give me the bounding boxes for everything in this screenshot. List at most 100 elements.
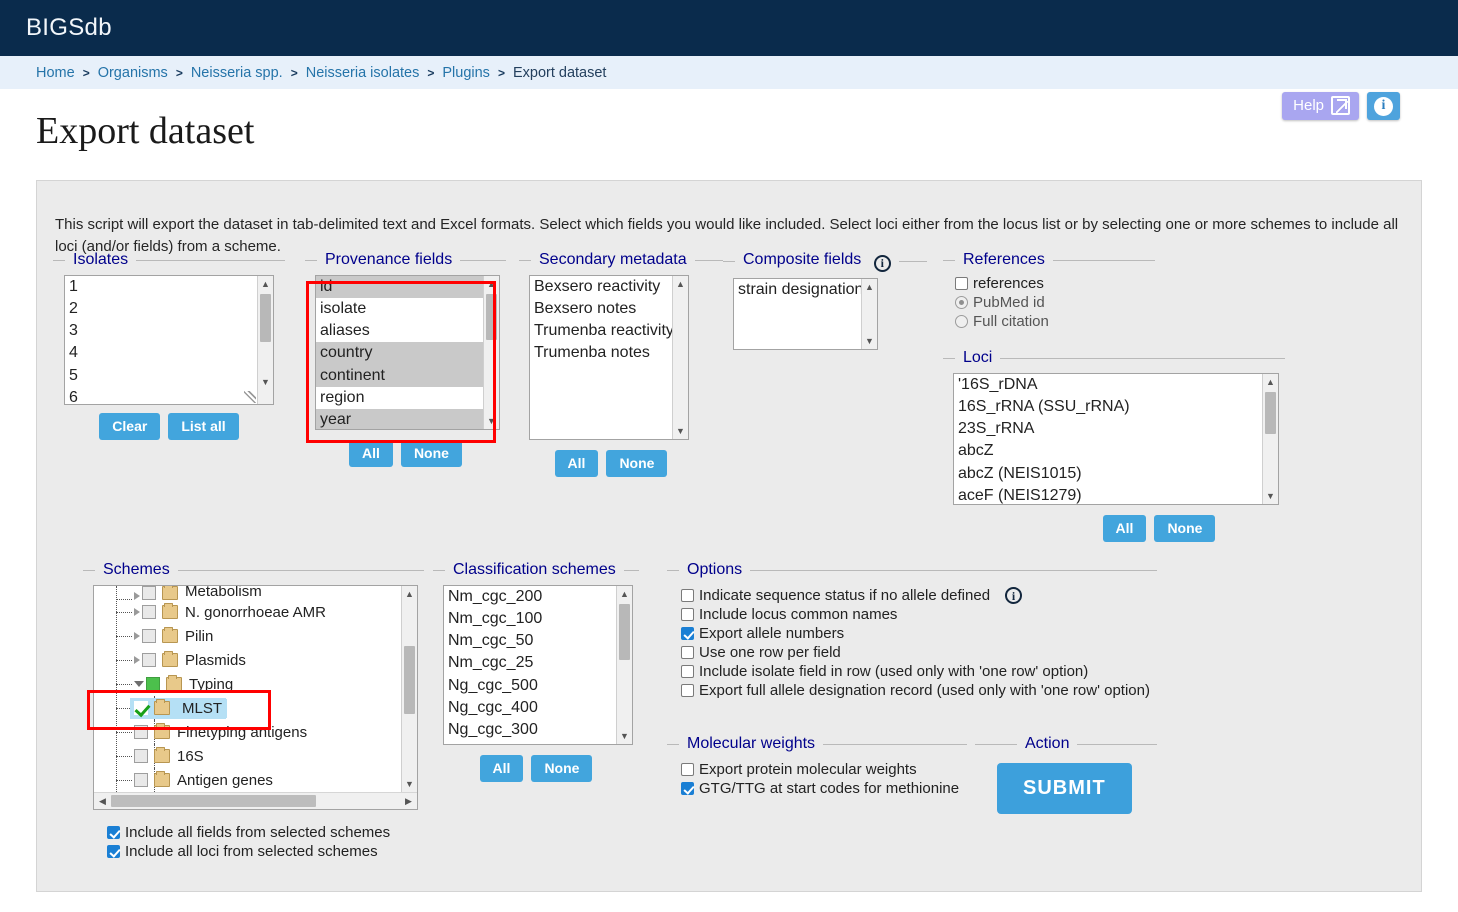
list-item[interactable]: Ng_cgc_400 [444, 697, 616, 719]
info-icon[interactable]: i [1005, 587, 1023, 604]
tree-checkbox-checked[interactable] [134, 701, 148, 715]
list-item[interactable]: Trumenba notes [530, 342, 672, 364]
list-item[interactable]: id [316, 276, 483, 299]
option-export-full-allele-designation-checkbox[interactable] [681, 684, 694, 697]
breadcrumb-item-neisseria-isolates[interactable]: Neisseria isolates [306, 65, 420, 81]
tree-checkbox[interactable] [142, 586, 156, 600]
option-export-allele-numbers-row[interactable]: Export allele numbers [681, 625, 1151, 642]
classification-listbox[interactable]: Nm_cgc_200 Nm_cgc_100 Nm_cgc_50 Nm_cgc_2… [443, 585, 633, 745]
list-item[interactable]: isolate [316, 298, 483, 320]
list-item[interactable]: Nm_cgc_100 [444, 608, 616, 630]
scroll-down-icon[interactable]: ▼ [1263, 488, 1278, 504]
secondary-all-button[interactable]: All [554, 450, 599, 477]
scroll-down-icon[interactable]: ▼ [258, 374, 273, 390]
secondary-metadata-scrollbar[interactable]: ▲ ▼ [672, 276, 688, 439]
resize-handle[interactable] [244, 391, 256, 403]
provenance-all-button[interactable]: All [349, 440, 393, 467]
page-info-button[interactable]: i [1367, 92, 1400, 120]
list-item[interactable]: strain designation [734, 279, 863, 301]
provenance-listbox[interactable]: id isolate aliases country continent reg… [315, 275, 500, 430]
breadcrumb-item-organisms[interactable]: Organisms [98, 65, 168, 81]
list-item[interactable]: Ng_cgc_300 [444, 719, 616, 741]
tree-checkbox[interactable] [142, 653, 156, 667]
submit-button[interactable]: SUBMIT [997, 763, 1132, 814]
pubmed-id-radio-row[interactable]: PubMed id [955, 294, 1149, 311]
option-export-allele-numbers-checkbox[interactable] [681, 627, 694, 640]
tree-node-antigen-genes[interactable]: Antigen genes [94, 768, 401, 792]
chevron-right-icon[interactable] [134, 608, 140, 616]
list-item[interactable]: aceF (NEIS1279) [954, 485, 1262, 504]
tree-node-mlst[interactable]: MLST [94, 696, 401, 720]
include-all-fields-checkbox[interactable] [107, 826, 120, 839]
scroll-up-icon[interactable]: ▲ [862, 279, 877, 295]
loci-none-button[interactable]: None [1154, 515, 1216, 542]
tree-node-finetyping-antigens[interactable]: Finetyping antigens [94, 720, 401, 744]
scroll-down-icon[interactable]: ▼ [484, 413, 499, 429]
help-button[interactable]: Help [1282, 92, 1359, 120]
scroll-up-icon[interactable]: ▲ [402, 586, 417, 602]
scrollbar-thumb[interactable] [619, 604, 630, 660]
scroll-right-icon[interactable]: ▶ [400, 796, 417, 807]
option-use-one-row-per-field-checkbox[interactable] [681, 646, 694, 659]
tree-checkbox[interactable] [134, 749, 148, 763]
scroll-up-icon[interactable]: ▲ [1263, 374, 1278, 390]
list-item[interactable]: 4 [65, 342, 257, 364]
classification-all-button[interactable]: All [479, 755, 524, 782]
list-item[interactable]: region [316, 387, 483, 409]
full-citation-radio-row[interactable]: Full citation [955, 313, 1149, 330]
chevron-right-icon[interactable] [134, 592, 140, 600]
breadcrumb-item-plugins[interactable]: Plugins [442, 65, 490, 81]
secondary-metadata-listbox[interactable]: Bexsero reactivity Bexsero notes Trumenb… [529, 275, 689, 440]
schemes-tree[interactable]: Metabolism N. gonorrhoeae AMR Pilin Plas… [93, 585, 418, 810]
list-item[interactable]: '16S_rDNA [954, 374, 1262, 396]
list-item[interactable]: abcZ (NEIS1015) [954, 463, 1262, 485]
loci-listbox[interactable]: '16S_rDNA 16S_rRNA (SSU_rRNA) 23S_rRNA a… [953, 373, 1279, 505]
list-item[interactable]: Trumenba reactivity [530, 320, 674, 342]
option-indicate-sequence-status-checkbox[interactable] [681, 589, 694, 602]
references-checkbox-row[interactable]: references [955, 275, 1149, 292]
list-item[interactable]: 5 [65, 365, 257, 387]
isolates-listbox[interactable]: 1 2 3 4 5 6 7 ▲ ▼ [64, 275, 274, 405]
tree-checkbox-partial[interactable] [146, 677, 160, 691]
option-export-protein-molecular-weights-checkbox[interactable] [681, 763, 694, 776]
provenance-none-button[interactable]: None [400, 440, 462, 467]
list-all-button[interactable]: List all [168, 413, 239, 440]
list-item[interactable]: country [316, 342, 483, 365]
list-item[interactable]: Nm_cgc_200 [444, 586, 616, 608]
schemes-horizontal-scrollbar[interactable]: ◀ ▶ [94, 792, 417, 809]
breadcrumb-item-home[interactable]: Home [36, 65, 75, 81]
provenance-scrollbar[interactable]: ▲ ▼ [483, 276, 499, 429]
list-item[interactable]: continent [316, 364, 483, 387]
list-item[interactable]: Nm_cgc_25 [444, 652, 616, 674]
list-item[interactable]: Ng_cgc_200 [444, 741, 616, 744]
list-item[interactable]: 3 [65, 320, 257, 342]
breadcrumb-item-neisseria-spp[interactable]: Neisseria spp. [191, 65, 283, 81]
include-all-loci-checkbox[interactable] [107, 845, 120, 858]
tree-checkbox[interactable] [134, 725, 148, 739]
option-export-protein-molecular-weights-row[interactable]: Export protein molecular weights [681, 761, 961, 778]
tree-node-pilin[interactable]: Pilin [94, 624, 401, 648]
scroll-down-icon[interactable]: ▼ [402, 776, 417, 792]
full-citation-radio[interactable] [955, 315, 968, 328]
option-export-full-allele-designation-row[interactable]: Export full allele designation record (u… [681, 682, 1151, 699]
scroll-up-icon[interactable]: ▲ [484, 276, 499, 292]
list-item[interactable]: Bexsero notes [530, 298, 672, 320]
loci-scrollbar[interactable]: ▲ ▼ [1262, 374, 1278, 504]
secondary-none-button[interactable]: None [606, 450, 668, 477]
tree-node-typing[interactable]: Typing [94, 672, 401, 696]
scroll-down-icon[interactable]: ▼ [617, 728, 632, 744]
list-item[interactable]: aliases [316, 320, 483, 342]
option-indicate-sequence-status-row[interactable]: Indicate sequence status if no allele de… [681, 587, 1151, 604]
chevron-right-icon[interactable] [134, 632, 140, 640]
option-gtg-ttg-start-codes-row[interactable]: GTG/TTG at start codes for methionine [681, 780, 961, 797]
tree-checkbox[interactable] [142, 629, 156, 643]
scroll-up-icon[interactable]: ▲ [617, 586, 632, 602]
references-checkbox[interactable] [955, 277, 968, 290]
scrollbar-thumb[interactable] [1265, 392, 1276, 434]
scroll-down-icon[interactable]: ▼ [673, 423, 688, 439]
include-all-fields-row[interactable]: Include all fields from selected schemes [107, 824, 418, 841]
tree-node-16s[interactable]: 16S [94, 744, 401, 768]
list-item[interactable]: 23S_rRNA [954, 418, 1262, 440]
option-include-isolate-field-row[interactable]: Include isolate field in row (used only … [681, 663, 1151, 680]
scroll-up-icon[interactable]: ▲ [258, 276, 273, 292]
